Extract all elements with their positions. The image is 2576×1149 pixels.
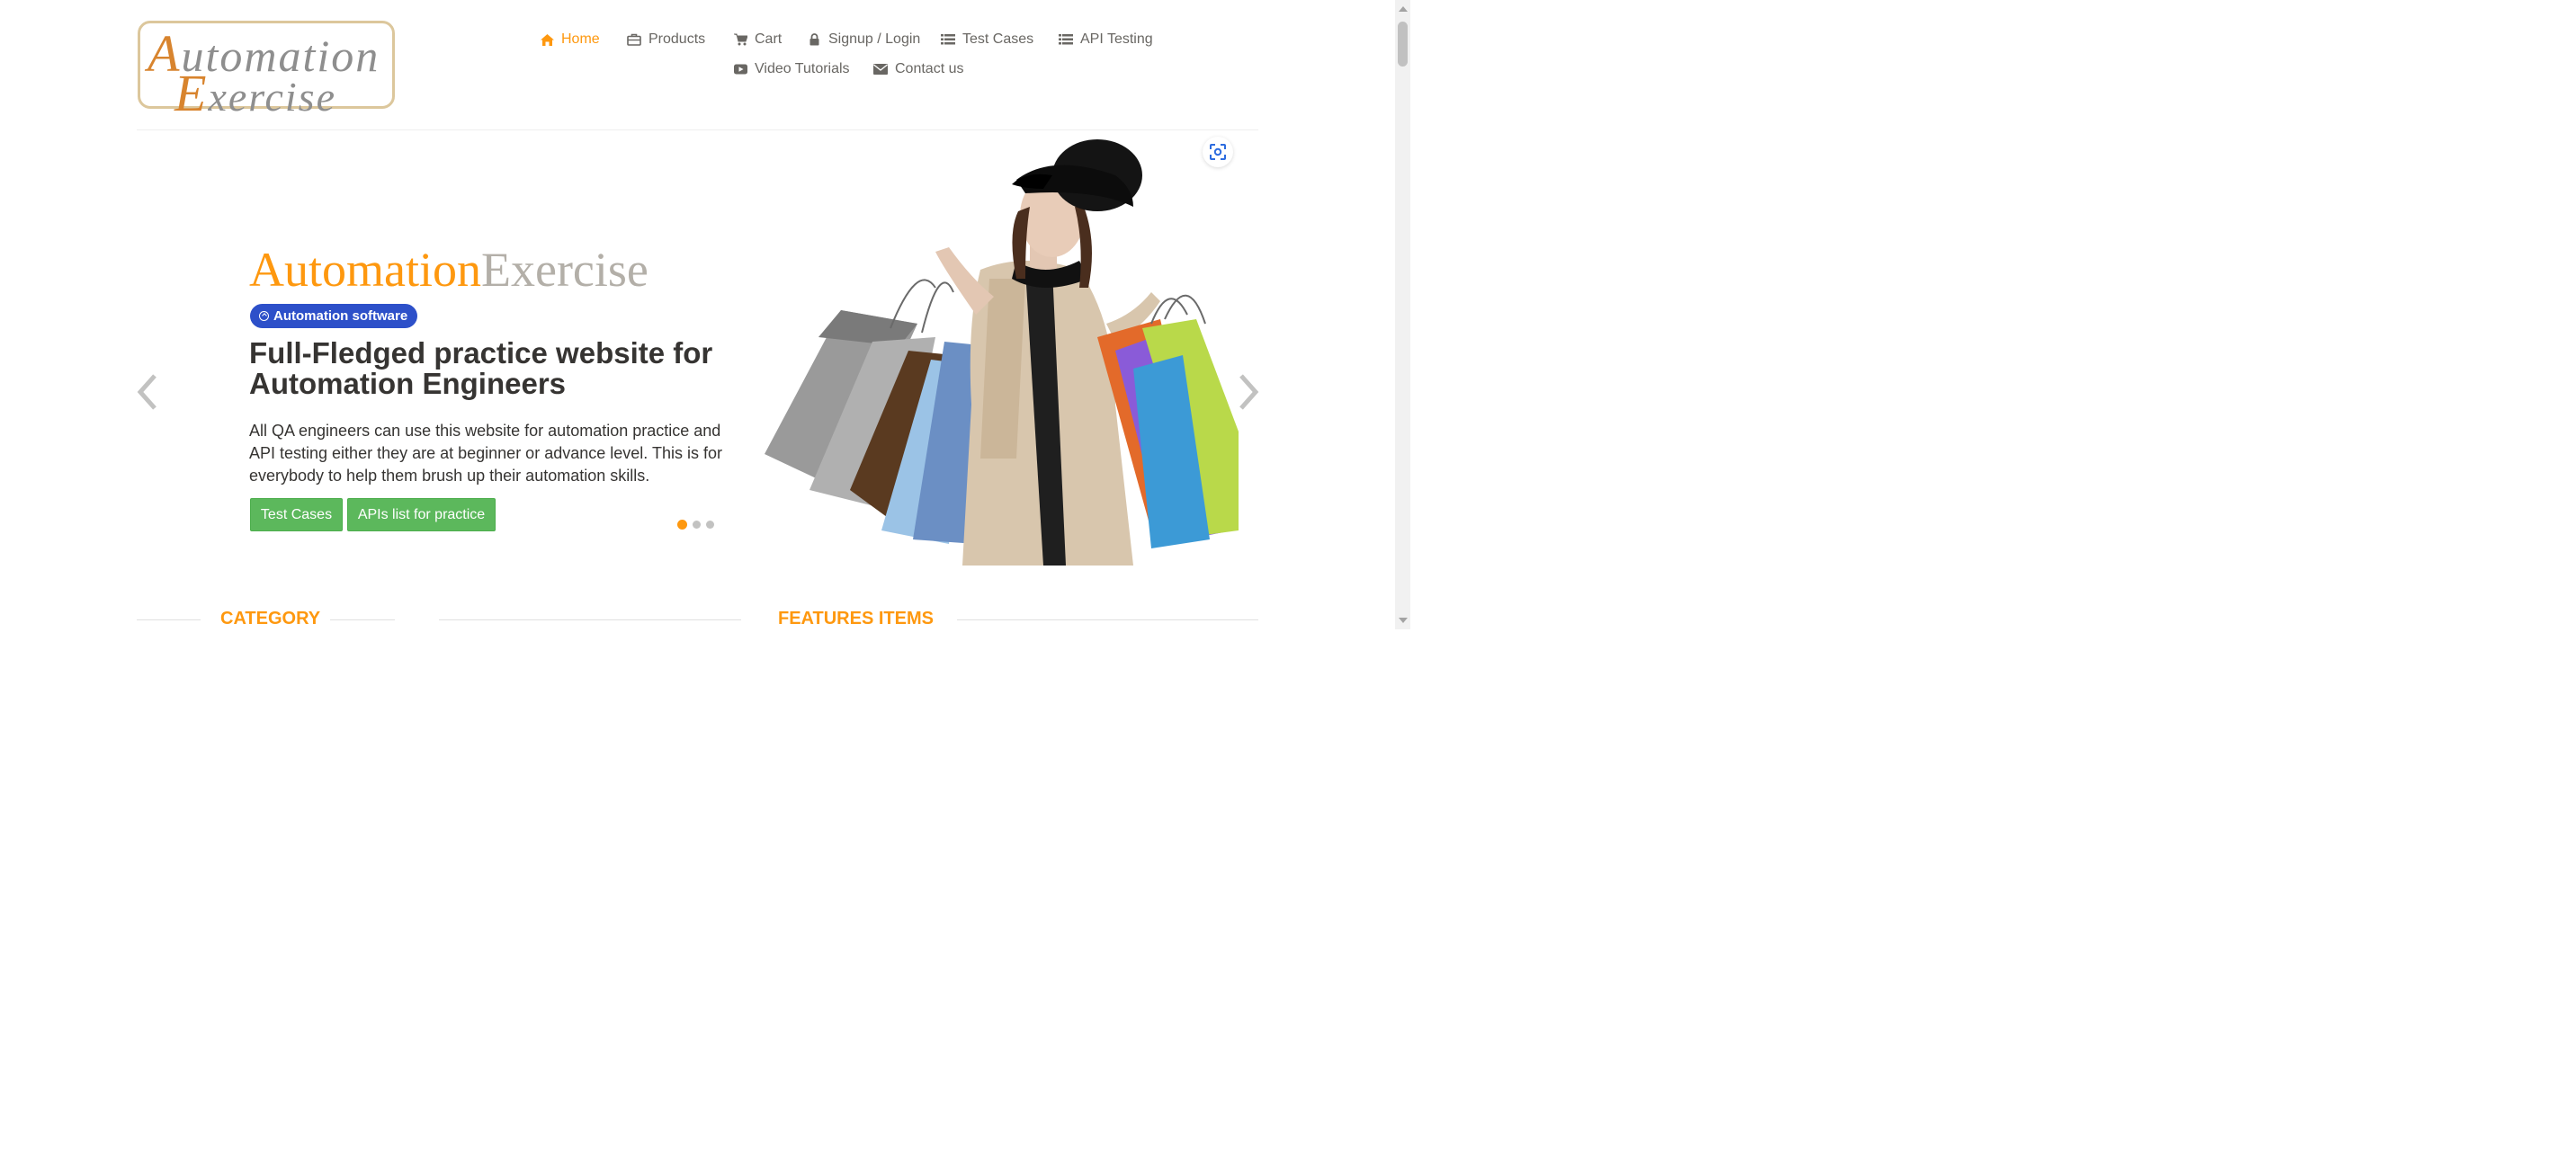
- nav-label: Cart: [755, 31, 783, 47]
- header-divider: [137, 129, 1258, 130]
- visual-search-button[interactable]: [1203, 137, 1233, 167]
- carousel-prev-button[interactable]: [135, 370, 162, 414]
- hero-headline: Full-Fledged practice website for Automa…: [249, 336, 713, 400]
- nav-contact-us[interactable]: Contact us: [873, 61, 963, 77]
- features-line-left: [439, 619, 741, 620]
- lens-icon: [1210, 144, 1226, 160]
- page: Automation Exercise Home Products Cart S…: [0, 0, 1395, 629]
- hero-description: All QA engineers can use this website fo…: [249, 422, 722, 485]
- features-items-heading: FEATURES ITEMS: [778, 609, 934, 628]
- carousel-dot-3[interactable]: [706, 521, 714, 529]
- chevron-left-icon: [137, 374, 157, 410]
- test-cases-button[interactable]: Test Cases: [250, 498, 343, 531]
- home-icon: [540, 32, 554, 47]
- list-icon: [941, 32, 955, 47]
- category-heading: CATEGORY: [220, 609, 321, 628]
- automation-software-badge: Automation software: [250, 304, 418, 328]
- features-line-right: [957, 619, 1258, 620]
- carousel-indicators: [677, 520, 714, 530]
- nav-label: Test Cases: [962, 31, 1034, 47]
- scroll-down-arrow-icon[interactable]: [1399, 618, 1408, 623]
- briefcase-icon: [627, 32, 641, 47]
- nav-api-testing[interactable]: API Testing: [1059, 31, 1153, 48]
- logo-line-2: Exercise: [174, 64, 336, 122]
- nav-signup-login[interactable]: Signup / Login: [807, 31, 920, 48]
- hero-image: [756, 135, 1239, 566]
- youtube-play-icon: [733, 62, 747, 76]
- scrollbar-thumb[interactable]: [1398, 22, 1408, 67]
- nav-label: Products: [648, 31, 706, 47]
- nav-label: API Testing: [1080, 31, 1153, 47]
- nav-label: Video Tutorials: [755, 61, 850, 76]
- arrow-up-circle-icon: [259, 311, 269, 321]
- scroll-up-arrow-icon[interactable]: [1399, 6, 1408, 12]
- nav-cart[interactable]: Cart: [733, 31, 782, 48]
- category-line-right: [330, 619, 395, 620]
- page-scrollbar[interactable]: [1395, 0, 1410, 629]
- category-line-left: [137, 619, 201, 620]
- nav-label: Signup / Login: [828, 31, 921, 47]
- cart-icon: [733, 32, 747, 47]
- site-logo[interactable]: Automation Exercise: [138, 21, 395, 122]
- nav-video-tutorials[interactable]: Video Tutorials: [733, 61, 850, 77]
- lock-icon: [807, 32, 821, 47]
- hero-title: AutomationExercise: [249, 243, 648, 297]
- nav-test-cases[interactable]: Test Cases: [941, 31, 1033, 48]
- nav-products[interactable]: Products: [627, 31, 705, 48]
- nav-label: Contact us: [895, 61, 964, 76]
- envelope-icon: [873, 62, 888, 76]
- carousel-dot-2[interactable]: [693, 521, 701, 529]
- apis-list-button[interactable]: APIs list for practice: [347, 498, 496, 531]
- nav-home[interactable]: Home: [540, 31, 600, 48]
- nav-label: Home: [561, 31, 600, 47]
- list-icon: [1059, 32, 1073, 47]
- carousel-dot-1[interactable]: [677, 520, 687, 530]
